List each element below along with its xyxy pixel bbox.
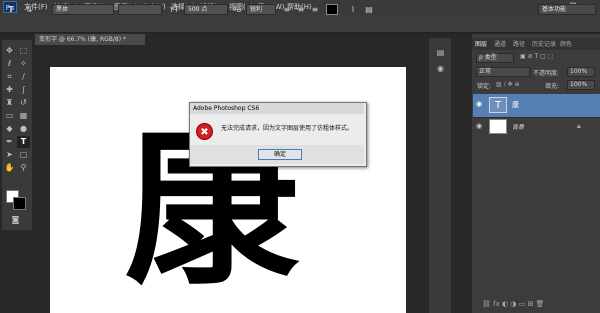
text-color-swatch[interactable] (326, 4, 338, 15)
eraser-tool-icon[interactable]: ▭ (3, 110, 16, 122)
align-left-icon[interactable]: ≡ (280, 3, 294, 16)
lock-icons[interactable]: ▨ ∕ ✥ ⊕ (496, 81, 519, 88)
dialog-message: 无法完成请求，因为文字图层使用了仿粗体样式。 (221, 125, 354, 132)
fill-label: 填充: (545, 83, 560, 90)
pen-tool-icon[interactable]: ✒ (3, 136, 16, 148)
tab-color[interactable]: 颜色 (560, 39, 572, 50)
workspace-select[interactable]: 基本功能 (538, 4, 596, 15)
type-tool-icon[interactable]: T (4, 3, 18, 16)
hand-tool-icon[interactable]: ✋ (3, 162, 16, 174)
font-style-select[interactable] (118, 4, 162, 15)
lock-label: 锁定: (477, 83, 492, 90)
visibility-eye-icon[interactable]: ◉ (476, 122, 482, 130)
opacity-field[interactable]: 100% (567, 67, 595, 77)
background-color-swatch[interactable] (13, 197, 26, 210)
type-tool-icon[interactable]: T (17, 136, 30, 148)
warp-text-icon[interactable]: ⌇ (346, 3, 360, 16)
error-icon: ✖ (196, 123, 213, 140)
layer-filter-select[interactable]: ρ 类型 (476, 53, 514, 63)
visibility-eye-icon[interactable]: ◉ (476, 100, 482, 108)
antialias-icon: ªa (232, 5, 242, 14)
tab-layers[interactable]: 图层 (475, 39, 487, 50)
brush-tool-icon[interactable]: ∫ (17, 84, 30, 96)
text-layer-thumbnail: T (489, 97, 507, 113)
gradient-tool-icon[interactable]: ▦ (17, 110, 30, 122)
antialias-select[interactable]: 锐利 (246, 4, 276, 15)
history-panel-icon[interactable]: ▤ (434, 47, 447, 59)
document-tab[interactable]: 变形字 @ 66.7% (康, RGB/8) * (35, 34, 145, 45)
marquee-tool-icon[interactable]: ⬚ (17, 45, 30, 57)
filter-icons[interactable]: ▣ ⊘ T ▢ ⬚ (520, 53, 553, 60)
dodge-tool-icon[interactable]: ● (17, 123, 30, 135)
tab-channels[interactable]: 通道 (494, 39, 506, 50)
healing-brush-icon[interactable]: ✚ (3, 84, 16, 96)
stamp-tool-icon[interactable]: ♜ (3, 97, 16, 109)
opacity-label: 不透明度: (533, 70, 560, 77)
blur-tool-icon[interactable]: ◆ (3, 123, 16, 135)
ok-button[interactable]: 确定 (258, 149, 302, 160)
font-family-select[interactable]: 黑体 (52, 4, 114, 15)
align-right-icon[interactable]: ≡ (308, 3, 322, 16)
font-size-field[interactable]: 500 点 (184, 4, 228, 15)
dialog-title: Adobe Photoshop CS6 (190, 103, 364, 114)
move-tool-icon[interactable]: ✥ (3, 45, 16, 57)
layer-name[interactable]: 背景 (512, 122, 524, 131)
background-layer-thumbnail (489, 119, 507, 134)
path-select-icon[interactable]: ➤ (3, 149, 16, 161)
lasso-tool-icon[interactable]: ℓ (3, 58, 16, 70)
layer-name[interactable]: 康 (512, 100, 519, 110)
character-panel-icon[interactable]: ▤ (362, 3, 376, 16)
history-brush-icon[interactable]: ↺ (17, 97, 30, 109)
eyedropper-icon[interactable]: ∕ (17, 71, 30, 83)
blend-mode-select[interactable]: 正常 (476, 67, 530, 77)
crop-tool-icon[interactable]: ⌗ (3, 71, 16, 83)
lock-icon: 🔒︎ (577, 122, 581, 130)
magic-wand-icon[interactable]: ✧ (17, 58, 30, 70)
orientation-toggle-icon[interactable]: ⇅ (22, 3, 36, 16)
quick-mask-icon[interactable]: ◙ (9, 214, 22, 226)
tab-paths[interactable]: 路径 (513, 39, 525, 50)
shape-tool-icon[interactable]: ▢ (17, 149, 30, 161)
align-center-icon[interactable]: ≡ (294, 3, 308, 16)
zoom-tool-icon[interactable]: ⚲ (17, 162, 30, 174)
collapsed-panel-dock (429, 38, 451, 313)
options-bar (0, 14, 600, 33)
tab-history[interactable]: 历史记录 (532, 39, 556, 50)
layer-actions-icons[interactable]: ⛓ fx ◐ ◑ ▭ ⊞ 🗑︎ (482, 300, 544, 308)
font-size-icon: ᴛT (169, 5, 179, 14)
fill-field[interactable]: 100% (567, 80, 595, 90)
properties-panel-icon[interactable]: ◉ (434, 63, 447, 75)
